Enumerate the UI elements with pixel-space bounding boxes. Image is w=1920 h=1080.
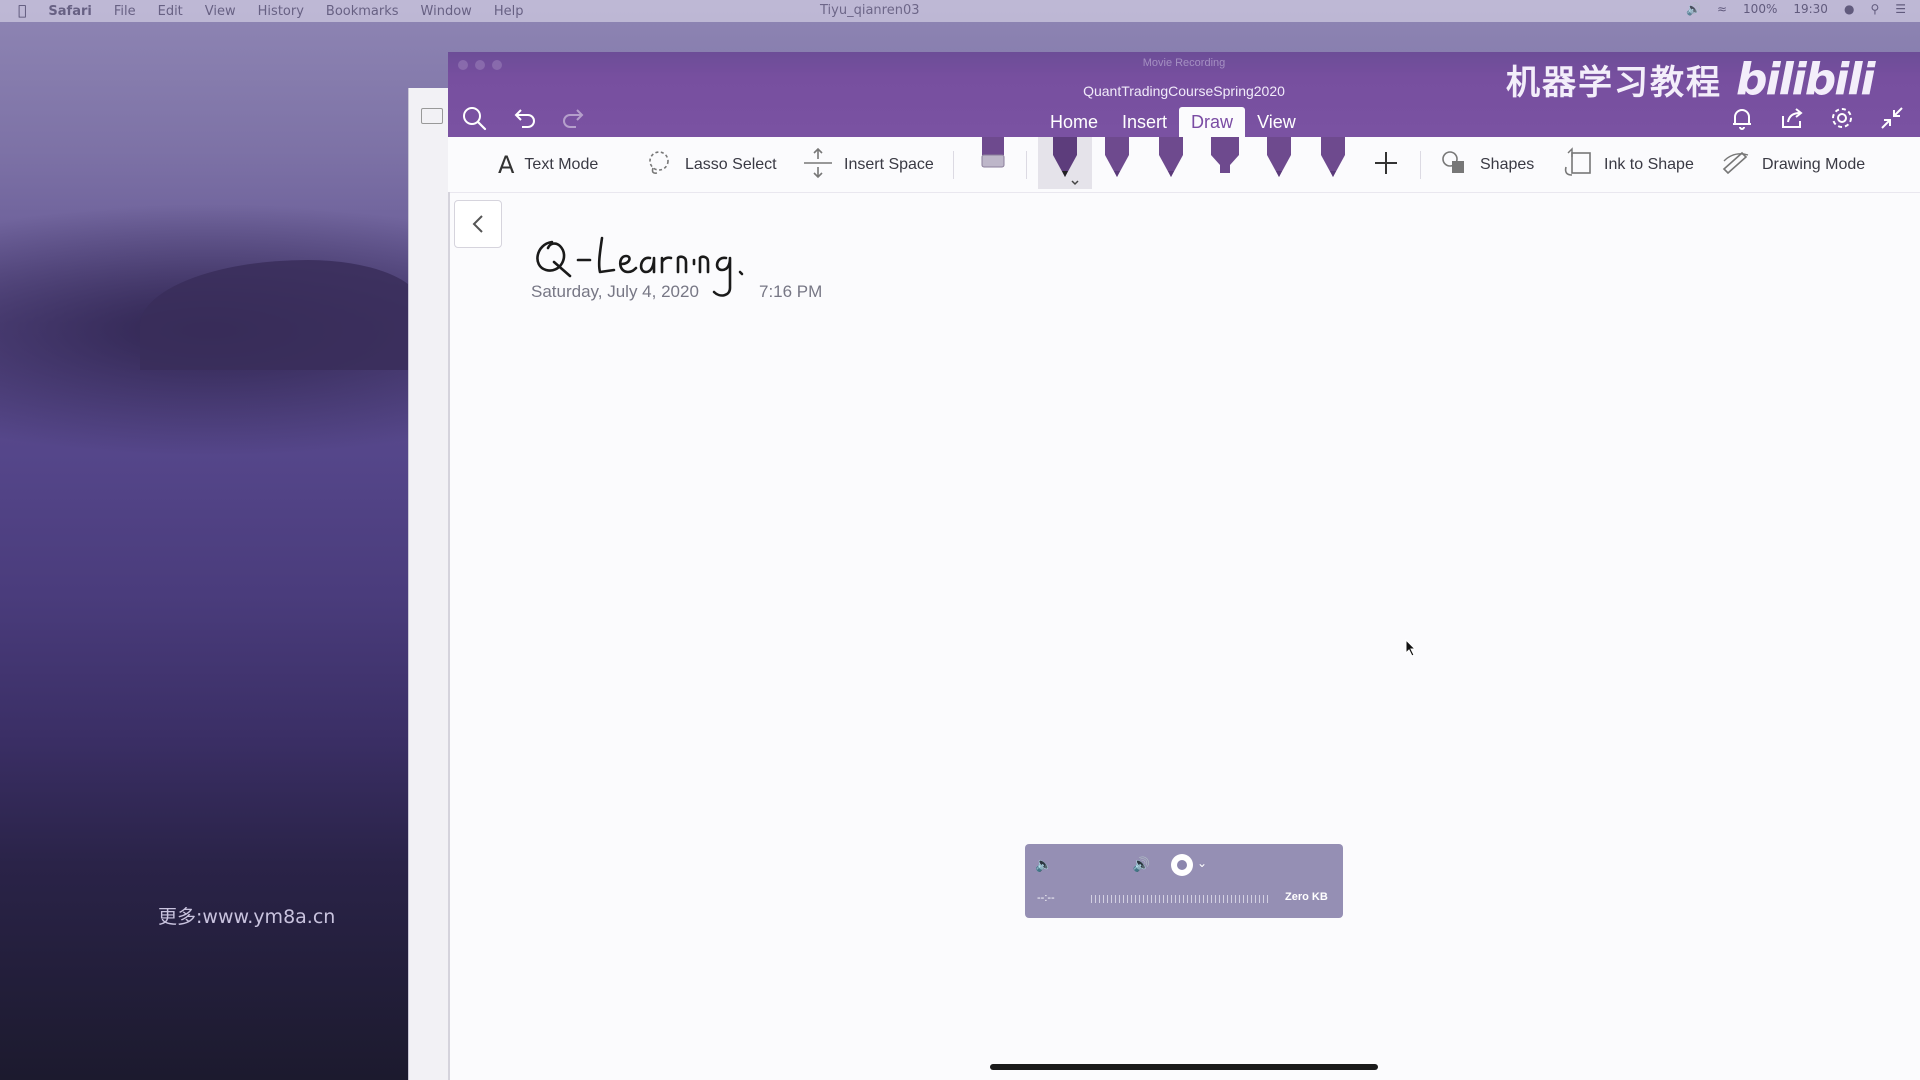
menu-help[interactable]: Help: [494, 4, 524, 19]
notification-center-icon[interactable]: ☰: [1895, 2, 1906, 16]
pen-tool-2[interactable]: [1102, 137, 1132, 187]
lasso-icon: [643, 147, 675, 184]
menubar-center-title: Tiyu_qianren03: [820, 3, 920, 18]
insert-space-label: Insert Space: [844, 156, 934, 173]
menu-app-name[interactable]: Safari: [48, 4, 91, 19]
menu-edit[interactable]: Edit: [158, 4, 183, 19]
ribbon-divider: [1026, 151, 1027, 179]
title-bar: Movie Recording QuantTradingCourseSpring…: [448, 52, 1920, 140]
bell-icon[interactable]: [1728, 104, 1756, 132]
insert-space-button[interactable]: Insert Space: [802, 147, 934, 183]
url-watermark: 更多:www.ym8a.cn: [158, 906, 336, 928]
pen-tool-5[interactable]: [1318, 137, 1348, 187]
apple-icon[interactable]: : [18, 3, 26, 19]
chevron-left-icon: [472, 215, 483, 233]
text-mode-label: Text Mode: [524, 156, 599, 173]
page-date: Saturday, July 4, 2020: [531, 282, 699, 301]
drawing-mode-icon: [1720, 147, 1752, 184]
volume-low-icon: 🔈: [1035, 856, 1053, 872]
draw-ribbon: A Text Mode Lasso Select Insert Space Sh…: [448, 137, 1920, 193]
volume-high-icon: 🔊: [1132, 856, 1150, 872]
lasso-select-button[interactable]: Lasso Select: [643, 147, 777, 183]
text-mode-button[interactable]: A Text Mode: [498, 147, 598, 183]
wallpaper-hills: [140, 260, 420, 370]
page-time: 7:16 PM: [759, 282, 823, 301]
bilibili-watermark: 机器学习教程 bilibili: [1506, 54, 1875, 105]
plus-icon: [1370, 147, 1402, 184]
ink-to-shape-icon: [1562, 146, 1594, 184]
volume-row: 🔈 🔊: [1035, 856, 1150, 873]
drawing-mode-button[interactable]: Drawing Mode: [1720, 147, 1865, 183]
chevron-down-icon[interactable]: ⌄: [1197, 856, 1207, 870]
shapes-label: Shapes: [1480, 156, 1535, 173]
mac-menu-bar:  Safari File Edit View History Bookmark…: [0, 0, 1920, 22]
collapse-icon[interactable]: [1878, 104, 1906, 132]
redo-icon[interactable]: [560, 104, 588, 132]
ribbon-divider: [1420, 151, 1421, 179]
record-button[interactable]: [1171, 854, 1193, 876]
gear-icon[interactable]: [1828, 104, 1856, 132]
text-mode-icon: A: [498, 151, 515, 179]
bili-chinese-title: 机器学习教程: [1506, 63, 1722, 103]
search-icon[interactable]: [460, 104, 488, 132]
shapes-icon: [1438, 147, 1470, 184]
tab-home[interactable]: Home: [1038, 107, 1110, 137]
menu-window[interactable]: Window: [421, 4, 472, 19]
spotlight-icon[interactable]: ⚲: [1870, 2, 1879, 16]
recording-size: Zero KB: [1285, 891, 1328, 903]
menu-bookmarks[interactable]: Bookmarks: [326, 4, 399, 19]
menu-history[interactable]: History: [258, 4, 304, 19]
eraser-tool[interactable]: [978, 137, 1008, 187]
audio-level-meter: [1091, 895, 1271, 903]
volume-icon[interactable]: 🔊: [1686, 2, 1701, 16]
menu-view[interactable]: View: [205, 4, 236, 19]
shapes-button[interactable]: Shapes: [1438, 147, 1534, 183]
record-dot-icon: [1177, 860, 1187, 870]
window-left-border: [448, 192, 450, 1080]
tab-view[interactable]: View: [1245, 107, 1308, 137]
onenote-window: Movie Recording QuantTradingCourseSpring…: [448, 52, 1920, 1080]
home-indicator[interactable]: [990, 1064, 1378, 1070]
sidebar-toggle-icon: [421, 108, 443, 124]
highlighter-tool[interactable]: [1210, 137, 1240, 187]
drawing-mode-label: Drawing Mode: [1762, 156, 1866, 173]
back-button[interactable]: [454, 200, 502, 248]
menubar-status-area: 🔊 ≈ 100% 19:30 ● ⚲ ☰: [1686, 2, 1906, 16]
screen-recorder-controls: 🔈 🔊 ⌄ --:-- Zero KB: [1025, 844, 1343, 918]
pen-tool-4[interactable]: [1264, 137, 1294, 187]
insert-space-icon: [802, 147, 834, 184]
add-pen-button[interactable]: [1370, 147, 1402, 183]
menu-file[interactable]: File: [114, 4, 136, 19]
wifi-icon[interactable]: ≈: [1717, 2, 1727, 16]
share-icon[interactable]: [1778, 104, 1806, 132]
mouse-cursor-icon: [1405, 638, 1417, 662]
pen-tool-selected[interactable]: [1038, 137, 1092, 189]
ribbon-divider: [953, 151, 954, 179]
pen-tool-3[interactable]: [1156, 137, 1186, 187]
ink-to-shape-button[interactable]: Ink to Shape: [1562, 146, 1694, 184]
recording-time: --:--: [1037, 892, 1055, 904]
clock[interactable]: 19:30: [1793, 2, 1828, 16]
volume-slider[interactable]: [1062, 861, 1122, 869]
bilibili-logo: bilibili: [1736, 54, 1875, 105]
tab-insert[interactable]: Insert: [1110, 107, 1179, 137]
ribbon-tabs: Home Insert Draw View: [1038, 107, 1308, 140]
user-icon[interactable]: ●: [1844, 2, 1854, 16]
battery-percent[interactable]: 100%: [1743, 2, 1777, 16]
undo-icon[interactable]: [510, 104, 538, 132]
lasso-select-label: Lasso Select: [685, 156, 777, 173]
ink-to-shape-label: Ink to Shape: [1604, 156, 1694, 173]
tab-draw[interactable]: Draw: [1179, 107, 1246, 140]
